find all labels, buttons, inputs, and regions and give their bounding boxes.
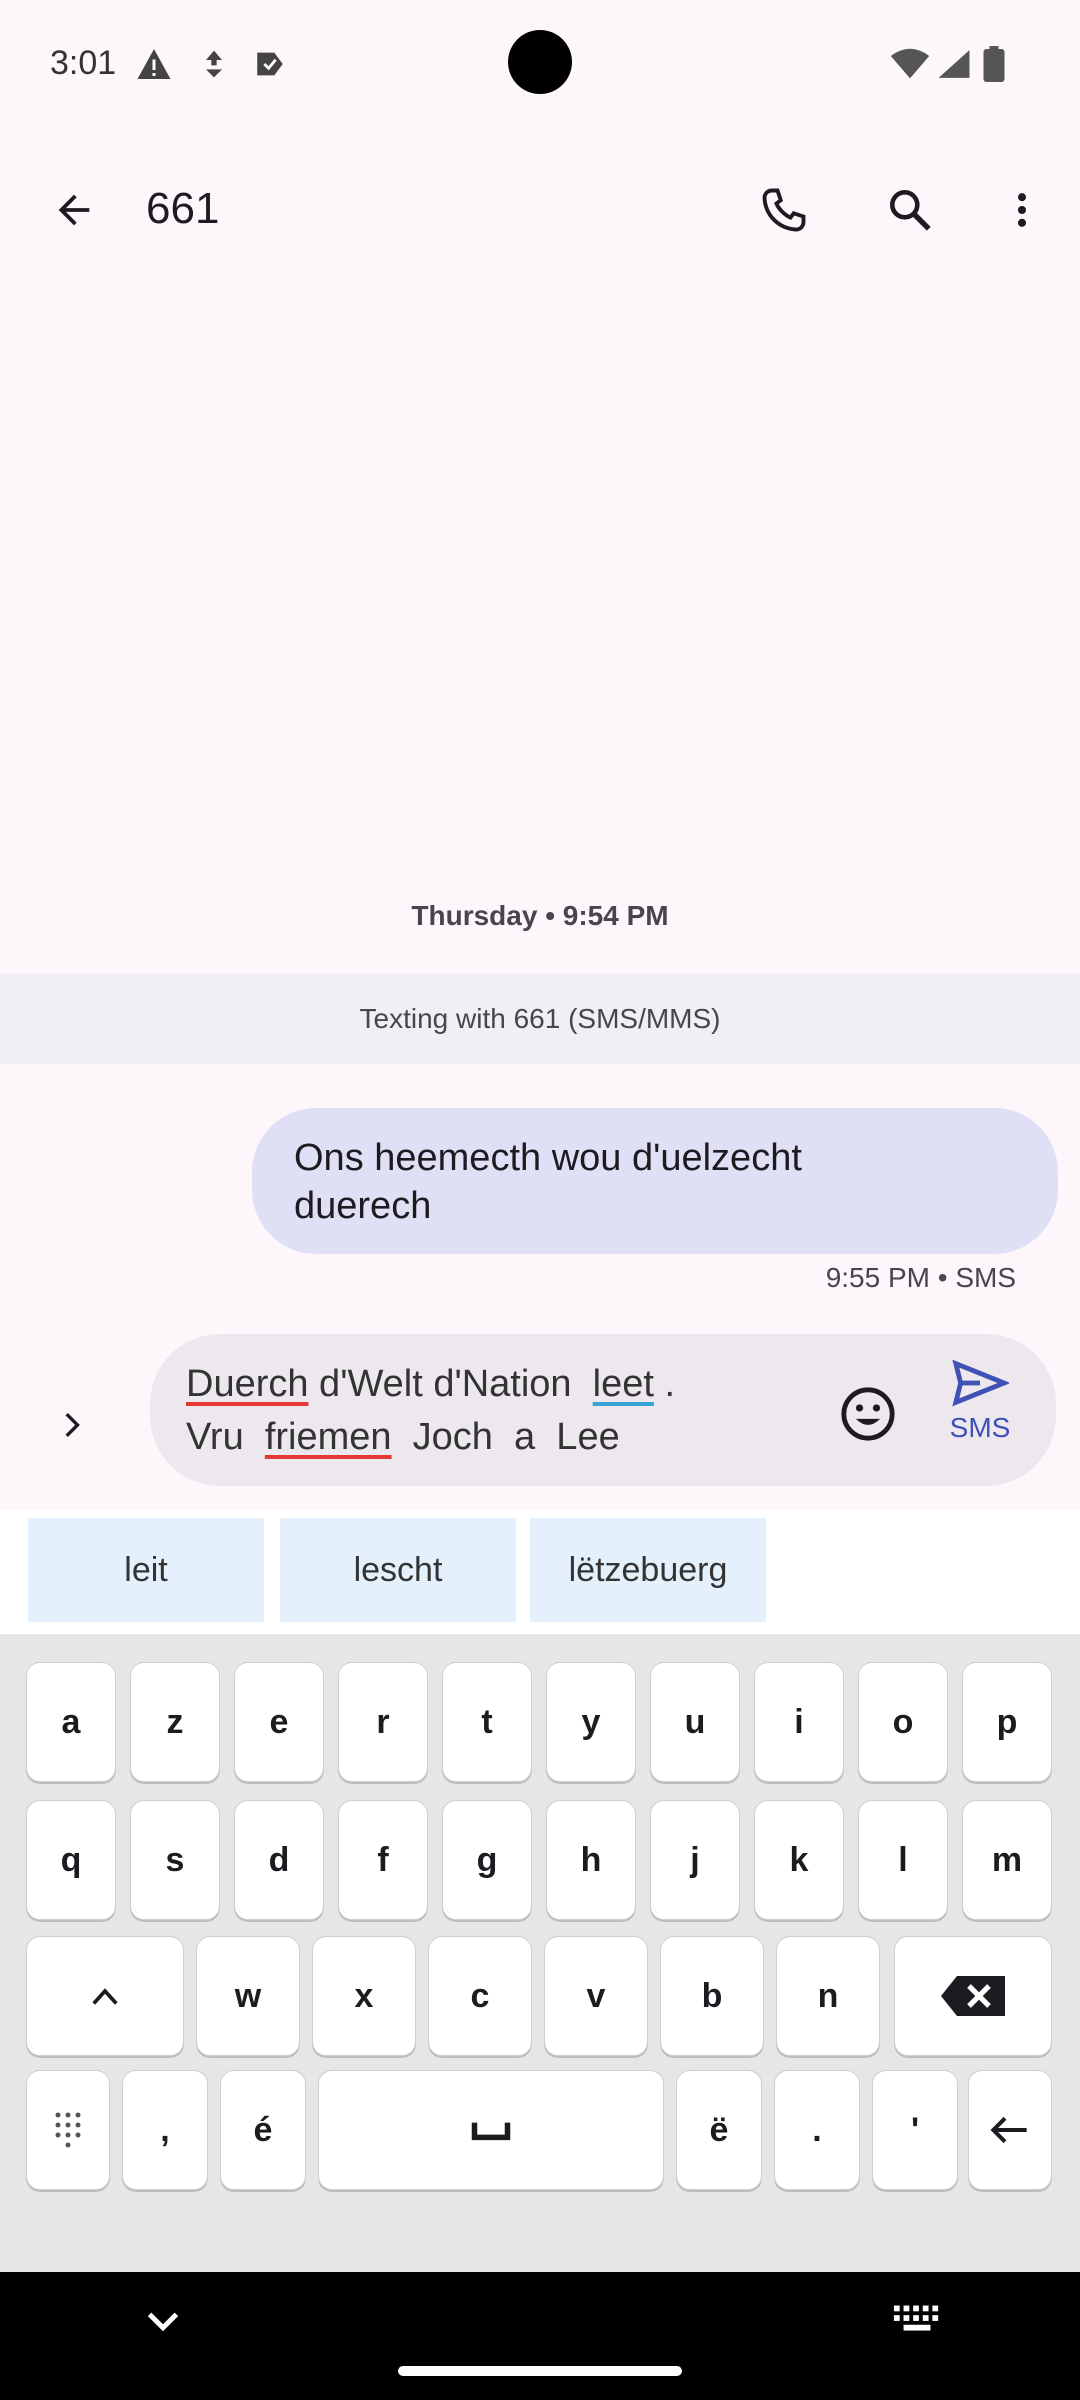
key-d[interactable]: d — [234, 1800, 324, 1920]
message-text-line: Ons heemecth wou d'uelzecht — [294, 1137, 802, 1179]
suggestion-strip: leit lescht lëtzebuerg — [0, 1510, 1080, 1634]
search-icon — [890, 190, 931, 231]
comma-key[interactable]: , — [122, 2070, 208, 2190]
expand-attachments-button[interactable] — [40, 1392, 106, 1458]
message-text-line: duerech — [294, 1185, 432, 1227]
key-t[interactable]: t — [442, 1662, 532, 1782]
emoji-icon — [841, 1387, 895, 1441]
key-k[interactable]: k — [754, 1800, 844, 1920]
symbols-key[interactable] — [26, 2070, 110, 2190]
shift-icon — [92, 1988, 118, 2005]
chevron-right-icon — [65, 1413, 80, 1437]
shift-key[interactable] — [26, 1936, 184, 2056]
suggestion-chip[interactable]: lescht — [280, 1518, 516, 1622]
data-saver-icon — [194, 44, 234, 84]
backspace-icon — [941, 1976, 1005, 2016]
phone-icon — [762, 188, 806, 232]
compose-text-segment: Joch a Lee — [391, 1416, 620, 1458]
compose-text-segment: . — [653, 1363, 676, 1405]
dots-grid-icon — [55, 2112, 81, 2148]
key-e[interactable]: e — [234, 1662, 324, 1782]
apostrophe-key[interactable]: ' — [872, 2070, 958, 2190]
key-j[interactable]: j — [650, 1800, 740, 1920]
call-button[interactable] — [746, 172, 822, 248]
space-bar-icon — [471, 2122, 511, 2141]
enter-key[interactable] — [968, 2070, 1052, 2190]
enter-icon — [990, 2116, 1027, 2144]
emoji-button[interactable] — [836, 1382, 900, 1446]
key-q[interactable]: q — [26, 1800, 116, 1920]
battery-icon — [974, 44, 1014, 84]
tag-icon — [250, 44, 290, 84]
suggestion-chip[interactable]: leit — [28, 1518, 264, 1622]
key-i[interactable]: i — [754, 1662, 844, 1782]
message-timestamp: 9:55 PM • SMS — [825, 1262, 1016, 1293]
status-time: 3:01 — [50, 44, 117, 82]
status-bar: 3:01 — [0, 0, 1080, 130]
space-key[interactable] — [318, 2070, 664, 2190]
message-input[interactable]: Duerch d'Welt d'Nation leet . Vru friemen… — [186, 1358, 786, 1464]
search-button[interactable] — [872, 172, 948, 248]
key-a[interactable]: a — [26, 1662, 116, 1782]
wifi-icon — [890, 44, 930, 84]
navigation-bar — [0, 2272, 1080, 2400]
arrow-back-icon — [58, 194, 90, 226]
compose-text-segment: Vru — [186, 1416, 265, 1458]
key-f[interactable]: f — [338, 1800, 428, 1920]
key-m[interactable]: m — [962, 1800, 1052, 1920]
date-divider: Thursday • 9:54 PM — [411, 900, 669, 931]
key-z[interactable]: z — [130, 1662, 220, 1782]
hide-keyboard-button[interactable] — [140, 2302, 186, 2342]
compose-box: Duerch d'Welt d'Nation leet . Vru friemen… — [150, 1334, 1056, 1486]
key-h[interactable]: h — [546, 1800, 636, 1920]
key-e-acute[interactable]: é — [220, 2070, 306, 2190]
key-p[interactable]: p — [962, 1662, 1052, 1782]
key-w[interactable]: w — [196, 1936, 300, 2056]
chevron-down-icon — [147, 2312, 179, 2332]
contact-title: 661 — [146, 184, 220, 233]
home-gesture-pill[interactable] — [398, 2366, 682, 2376]
key-l[interactable]: l — [858, 1800, 948, 1920]
keyboard: leit lescht lëtzebuerg a z e r t y u i o… — [0, 1510, 1080, 2272]
app-bar: 661 — [0, 150, 1080, 270]
more-options-button[interactable] — [984, 172, 1060, 248]
grammar-flagged-word[interactable]: leet — [593, 1363, 654, 1405]
outgoing-message-bubble[interactable]: Ons heemecth wou d'uelzecht duerech — [252, 1108, 1058, 1254]
suggestion-chip[interactable]: lëtzebuerg — [530, 1518, 766, 1622]
keyboard-icon — [893, 2305, 939, 2331]
key-y[interactable]: y — [546, 1662, 636, 1782]
key-s[interactable]: s — [130, 1800, 220, 1920]
key-c[interactable]: c — [428, 1936, 532, 2056]
send-icon — [952, 1359, 1009, 1407]
key-x[interactable]: x — [312, 1936, 416, 2056]
key-r[interactable]: r — [338, 1662, 428, 1782]
key-e-umlaut[interactable]: ë — [676, 2070, 762, 2190]
key-n[interactable]: n — [776, 1936, 880, 2056]
period-key[interactable]: . — [774, 2070, 860, 2190]
backspace-key[interactable] — [894, 1936, 1052, 2056]
key-o[interactable]: o — [858, 1662, 948, 1782]
warning-icon — [134, 44, 174, 84]
texting-banner: Texting with 661 (SMS/MMS) — [0, 974, 1080, 1064]
camera-cutout — [508, 30, 572, 94]
compose-text-segment: d'Welt d'Nation — [308, 1363, 593, 1405]
misspelled-word[interactable]: Duerch — [186, 1363, 309, 1405]
misspelled-word[interactable]: friemen — [265, 1416, 392, 1458]
key-g[interactable]: g — [442, 1800, 532, 1920]
send-button[interactable]: SMS — [930, 1358, 1030, 1468]
key-v[interactable]: v — [544, 1936, 648, 2056]
more-vert-icon — [1017, 193, 1027, 227]
send-label: SMS — [949, 1412, 1011, 1443]
key-b[interactable]: b — [660, 1936, 764, 2056]
back-button[interactable] — [36, 172, 112, 248]
key-u[interactable]: u — [650, 1662, 740, 1782]
keyboard-switcher-button[interactable] — [892, 2302, 942, 2342]
cell-signal-icon — [934, 44, 974, 84]
